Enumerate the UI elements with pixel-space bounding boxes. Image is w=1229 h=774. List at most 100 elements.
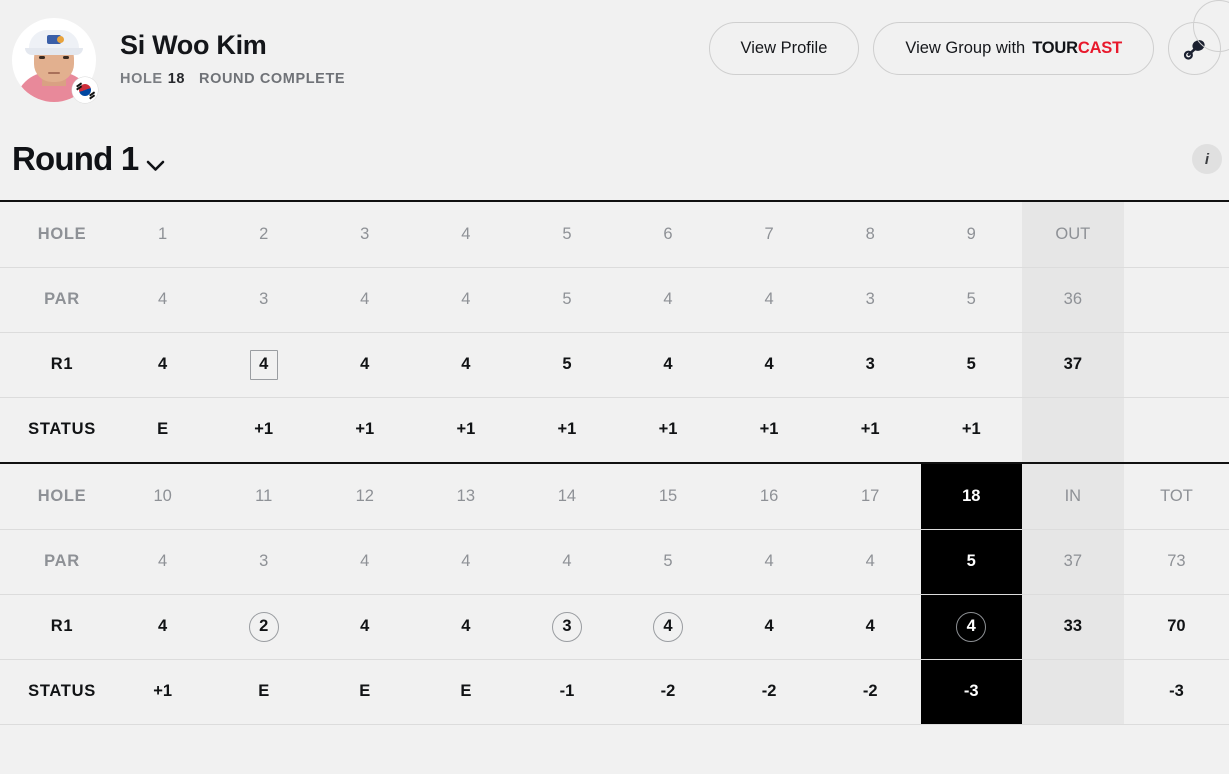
par-cell[interactable]: 5 xyxy=(516,267,618,333)
score-cell[interactable]: 2 xyxy=(213,594,315,660)
hole-number: 18 xyxy=(167,71,186,88)
score-cell[interactable]: 3 xyxy=(819,332,921,398)
status-cell[interactable]: -2 xyxy=(719,659,820,724)
table-row: HOLE 1 2 3 4 5 6 7 8 9 OUT xyxy=(0,202,1229,268)
score-cell[interactable]: 4 xyxy=(314,332,416,398)
empty-cell xyxy=(1123,202,1229,268)
info-button[interactable]: i xyxy=(1192,144,1222,174)
score-cell[interactable]: 5 xyxy=(920,332,1022,398)
par-cell[interactable]: 3 xyxy=(213,529,315,595)
status-cell[interactable]: +1 xyxy=(719,397,820,462)
status-cell[interactable]: E xyxy=(213,659,314,724)
score-cell[interactable]: 4 xyxy=(112,594,214,660)
status-cell[interactable]: +1 xyxy=(820,397,921,462)
hole-number-cell[interactable]: 5 xyxy=(516,202,618,268)
hole-number-cell[interactable]: 16 xyxy=(718,464,820,530)
view-group-tourcast-button[interactable]: View Group with TOURCAST xyxy=(873,22,1154,75)
round-label: Round 1 xyxy=(12,140,139,177)
hole-number-cell[interactable]: 14 xyxy=(516,464,618,530)
par-cell[interactable]: 3 xyxy=(213,267,315,333)
par-cell[interactable]: 4 xyxy=(718,529,820,595)
table-row: STATUS E +1 +1 +1 +1 +1 +1 +1 +1 xyxy=(0,397,1229,462)
hole-number-cell[interactable]: 3 xyxy=(314,202,416,268)
row-label: HOLE xyxy=(0,464,113,530)
hole-number-cell[interactable]: 13 xyxy=(415,464,517,530)
score-cell[interactable]: 4 xyxy=(718,594,820,660)
hole-number-cell[interactable]: 15 xyxy=(617,464,719,530)
score-circle-marker: 3 xyxy=(551,611,582,642)
score-cell[interactable]: 4 xyxy=(213,332,315,398)
status-cell[interactable]: +1 xyxy=(516,397,617,462)
hole-number-cell[interactable]: 1 xyxy=(112,202,214,268)
par-cell[interactable]: 4 xyxy=(314,267,416,333)
score-cell[interactable]: 4 xyxy=(920,594,1022,660)
total-cell: TOT xyxy=(1123,464,1229,530)
hole-number-cell[interactable]: 12 xyxy=(314,464,416,530)
tourcast-tour-text: TOUR xyxy=(1032,39,1078,57)
par-cell[interactable]: 5 xyxy=(617,529,719,595)
score-cell[interactable]: 4 xyxy=(415,594,517,660)
table-row: STATUS +1 E E E -1 -2 -2 -2 -3 -3 xyxy=(0,659,1229,724)
par-cell[interactable]: 5 xyxy=(920,267,1022,333)
round-dropdown[interactable]: Round 1 xyxy=(12,138,165,180)
status-cell[interactable]: +1 xyxy=(921,397,1022,462)
hole-number-cell[interactable]: 17 xyxy=(819,464,921,530)
score-cell[interactable]: 5 xyxy=(516,332,618,398)
back-nine-card: HOLE 10 11 12 13 14 15 16 17 18 IN TOT PAR 4 3 4 4 4 5 4 4 5 3… xyxy=(0,462,1229,725)
score-cell[interactable]: 4 xyxy=(819,594,921,660)
par-cell[interactable]: 4 xyxy=(718,267,820,333)
score-cell[interactable]: 4 xyxy=(314,594,416,660)
status-cell[interactable]: E xyxy=(314,659,415,724)
score-cell[interactable]: 4 xyxy=(112,332,214,398)
hole-number-cell[interactable]: 11 xyxy=(213,464,315,530)
hole-number-cell[interactable]: 6 xyxy=(617,202,719,268)
empty-cell xyxy=(1123,267,1229,333)
status-cell[interactable]: E xyxy=(415,659,516,724)
hole-number-cell[interactable]: 2 xyxy=(213,202,315,268)
par-cell[interactable]: 4 xyxy=(617,267,719,333)
par-cell[interactable]: 3 xyxy=(819,267,921,333)
hole-number-cell[interactable]: 9 xyxy=(920,202,1022,268)
aggregate-cell: OUT xyxy=(1021,202,1124,268)
par-cell[interactable]: 4 xyxy=(819,529,921,595)
par-cell[interactable]: 5 xyxy=(920,529,1022,595)
par-cell[interactable]: 4 xyxy=(112,267,214,333)
par-cell[interactable]: 4 xyxy=(415,267,517,333)
player-info: Si Woo Kim HOLE 18 ROUND COMPLETE xyxy=(120,29,345,88)
hole-number-cell[interactable]: 4 xyxy=(415,202,517,268)
status-cell[interactable]: -3 xyxy=(920,659,1022,724)
par-cell[interactable]: 4 xyxy=(516,529,618,595)
table-row: PAR 4 3 4 4 4 5 4 4 5 37 73 xyxy=(0,529,1229,595)
row-label: R1 xyxy=(0,332,113,398)
hole-number-cell[interactable]: 7 xyxy=(718,202,820,268)
score-square-marker: 4 xyxy=(249,349,278,380)
hole-number-cell[interactable]: 18 xyxy=(920,464,1022,530)
status-cell[interactable]: +1 xyxy=(213,397,314,462)
score-cell[interactable]: 3 xyxy=(516,594,618,660)
view-profile-button[interactable]: View Profile xyxy=(708,22,860,75)
row-label: R1 xyxy=(0,594,113,660)
par-cell[interactable]: 4 xyxy=(314,529,416,595)
status-cell[interactable]: +1 xyxy=(617,397,718,462)
hole-label: HOLE xyxy=(120,71,163,88)
table-row: PAR 4 3 4 4 5 4 4 3 5 36 xyxy=(0,267,1229,333)
score-circle-marker: 4 xyxy=(956,611,987,642)
status-cell[interactable]: -2 xyxy=(617,659,718,724)
info-icon: i xyxy=(1204,150,1210,168)
view-group-label: View Group with xyxy=(905,39,1026,57)
score-cell[interactable]: 4 xyxy=(617,594,719,660)
hole-number-cell[interactable]: 8 xyxy=(819,202,921,268)
score-cell[interactable]: 4 xyxy=(617,332,719,398)
status-cell[interactable]: +1 xyxy=(314,397,415,462)
status-cell[interactable]: E xyxy=(112,397,213,462)
score-cell[interactable]: 4 xyxy=(718,332,820,398)
score-cell[interactable]: 4 xyxy=(415,332,517,398)
status-cell[interactable]: -1 xyxy=(516,659,617,724)
hole-number-cell[interactable]: 10 xyxy=(112,464,214,530)
par-cell[interactable]: 4 xyxy=(415,529,517,595)
player-name: Si Woo Kim xyxy=(120,29,267,60)
status-cell[interactable]: +1 xyxy=(112,659,213,724)
par-cell[interactable]: 4 xyxy=(112,529,214,595)
status-cell[interactable]: -2 xyxy=(820,659,921,724)
status-cell[interactable]: +1 xyxy=(415,397,516,462)
